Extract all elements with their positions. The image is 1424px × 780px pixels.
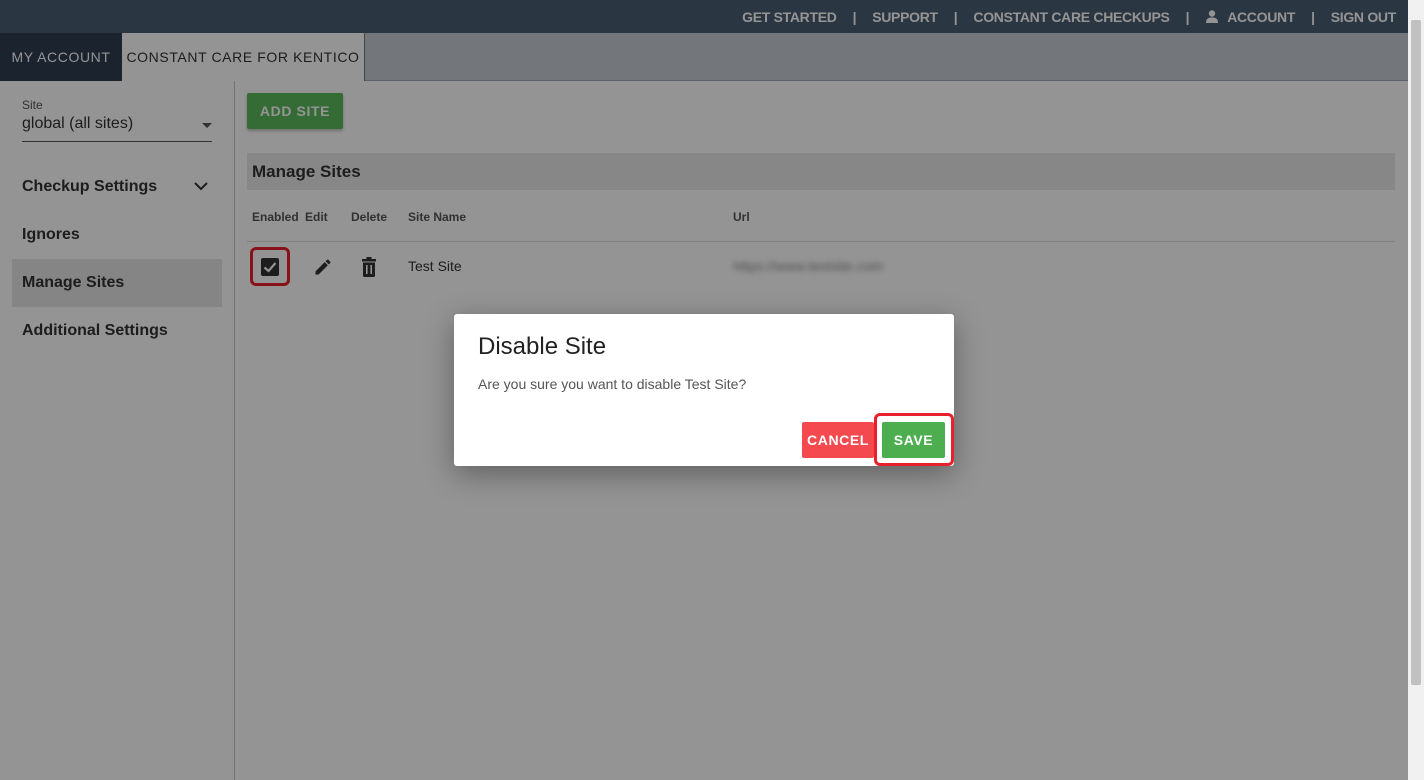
cancel-button[interactable]: CANCEL [802,422,874,458]
disable-site-dialog: Disable Site Are you sure you want to di… [454,314,954,466]
highlight-box [874,413,954,466]
dialog-message: Are you sure you want to disable Test Si… [478,376,747,392]
page-scrollbar[interactable] [1408,0,1424,780]
scrollbar-thumb[interactable] [1411,20,1421,685]
dialog-title: Disable Site [478,333,607,360]
